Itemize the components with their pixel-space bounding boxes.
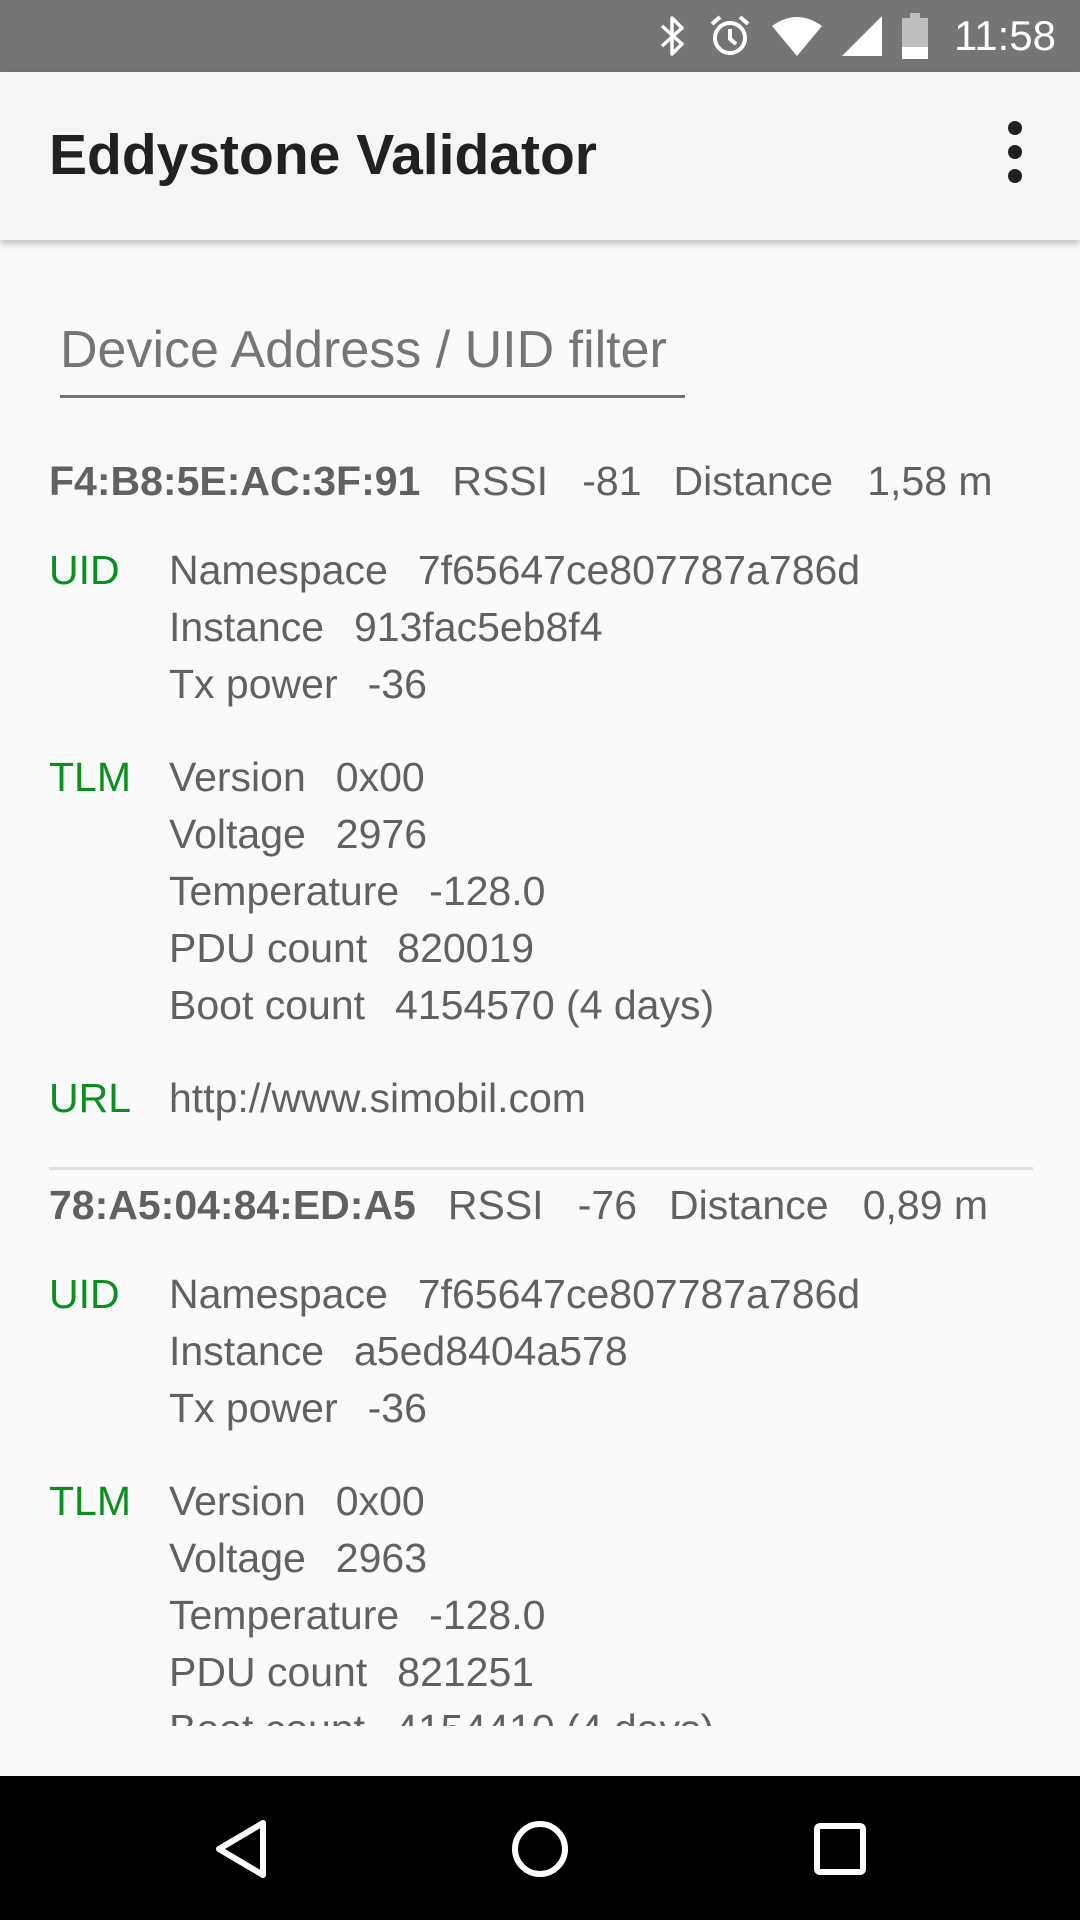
device-address: 78:A5:04:84:ED:A5 — [49, 1181, 416, 1228]
tlm-label: TLM — [49, 1478, 131, 1524]
device-card: 78:A5:04:84:ED:A5 RSSI -76 Distance 0,89… — [49, 1180, 1033, 1727]
nav-bar — [0, 1776, 1080, 1920]
temperature-line: Temperature -128.0 — [169, 868, 546, 914]
namespace-line: Namespace 7f65647ce807787a786d — [169, 1271, 861, 1317]
uid-label: UID — [49, 547, 120, 593]
boot-count-line: Boot count 4154570 (4 days) — [169, 982, 715, 1028]
voltage-line: Voltage 2976 — [169, 811, 428, 857]
filter-input[interactable]: Device Address / UID filter — [60, 324, 685, 398]
rssi: RSSI -76 — [447, 1181, 638, 1228]
alarm-icon — [708, 14, 752, 58]
instance-line: Instance a5ed8404a578 — [169, 1328, 628, 1374]
cell-signal-icon — [842, 16, 882, 56]
rssi: RSSI -81 — [452, 457, 642, 504]
status-time: 11:58 — [954, 12, 1056, 59]
uid-label: UID — [49, 1271, 120, 1317]
home-icon[interactable] — [495, 1804, 585, 1894]
instance-line: Instance 913fac5eb8f4 — [169, 604, 603, 650]
uid-section: UID Namespace 7f65647ce807787a786d Instan… — [49, 1266, 1033, 1437]
back-icon[interactable] — [196, 1804, 286, 1894]
temperature-line: Temperature -128.0 — [169, 1592, 546, 1638]
device-card: F4:B8:5E:AC:3F:91 RSSI -81 Distance 1,58… — [49, 456, 1033, 1170]
url-value: http://www.simobil.com — [169, 1075, 586, 1121]
tlm-section: TLM Version 0x00 Voltage 2963 Temperature -… — [49, 1473, 1033, 1726]
wifi-icon — [772, 16, 822, 56]
version-line: Version 0x00 — [169, 754, 425, 800]
pdu-count-line: PDU count 820019 — [169, 925, 535, 971]
boot-count-line: Boot count4154410 (4 days) — [169, 1701, 714, 1726]
txpower-line: Tx power -36 — [169, 661, 427, 707]
divider — [49, 1167, 1033, 1170]
app-bar: Eddystone Validator — [0, 72, 1080, 240]
pdu-count-line: PDU count 821251 — [169, 1649, 535, 1695]
device-header: 78:A5:04:84:ED:A5 RSSI -76 Distance 0,89… — [49, 1180, 1033, 1230]
tlm-section: TLM Version 0x00 Voltage 2976 Temperature -… — [49, 749, 1033, 1034]
recents-icon[interactable] — [795, 1804, 885, 1894]
content-list[interactable]: Device Address / UID filter F4:B8:5E:AC:… — [0, 240, 1080, 1726]
app-title: Eddystone Validator — [49, 123, 597, 187]
device-header: F4:B8:5E:AC:3F:91 RSSI -81 Distance 1,58… — [49, 456, 1033, 506]
battery-icon — [902, 13, 928, 59]
voltage-line: Voltage 2963 — [169, 1535, 428, 1581]
version-line: Version 0x00 — [169, 1478, 425, 1524]
url-section: URL http://www.simobil.com — [49, 1070, 1033, 1127]
bluetooth-icon — [658, 14, 688, 58]
status-icons: 11:58 — [658, 0, 1056, 72]
namespace-line: Namespace 7f65647ce807787a786d — [169, 547, 861, 593]
tlm-label: TLM — [49, 754, 131, 800]
more-vert-icon[interactable] — [980, 112, 1050, 192]
status-bar: 11:58 — [0, 0, 1080, 72]
uid-section: UID Namespace 7f65647ce807787a786d Instan… — [49, 542, 1033, 713]
device-address: F4:B8:5E:AC:3F:91 — [49, 457, 421, 504]
distance: Distance 0,89 m — [669, 1181, 989, 1228]
txpower-line: Tx power -36 — [169, 1385, 427, 1431]
distance: Distance 1,58 m — [673, 457, 993, 504]
url-label: URL — [49, 1075, 132, 1121]
